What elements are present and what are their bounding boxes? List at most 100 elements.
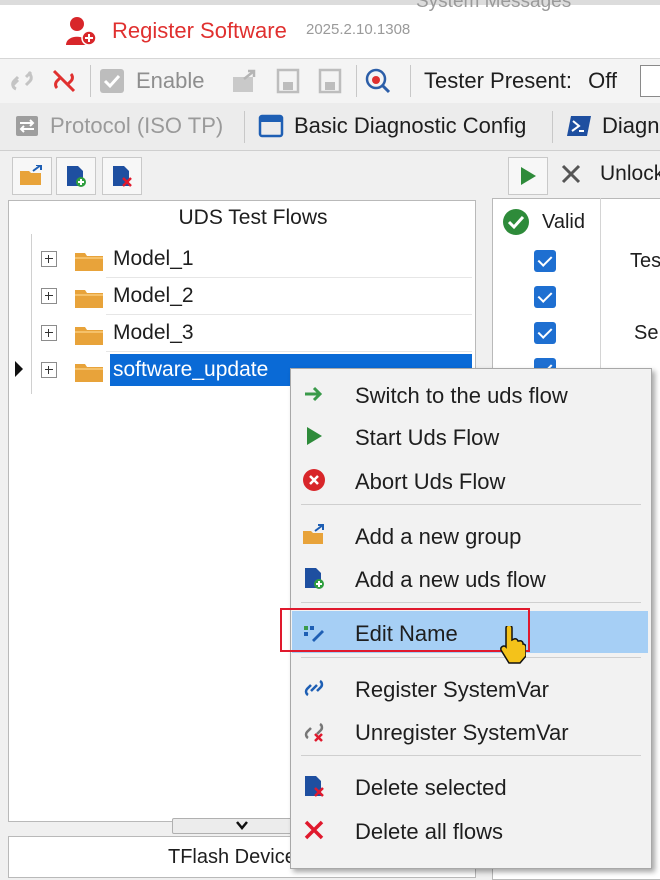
- enable-label[interactable]: Enable: [136, 68, 205, 94]
- add-group-icon: [303, 524, 324, 544]
- chevron-down-icon: [236, 821, 248, 830]
- menu-item-label: Delete all flows: [355, 819, 503, 844]
- folder-icon: [75, 253, 103, 271]
- run-button[interactable]: [508, 157, 548, 195]
- valid-header-label: Valid: [542, 211, 585, 233]
- tree-header: UDS Test Flows: [178, 206, 328, 229]
- tab-basic-diagnostic-config[interactable]: Basic Diagnostic Config: [258, 103, 526, 149]
- tab-basic-diagnostic-config-label: Basic Diagnostic Config: [294, 113, 527, 138]
- expand-icon[interactable]: [41, 288, 57, 304]
- main-toolbar: Enable Tester Present: Off: [0, 58, 660, 104]
- tab-diagnostics[interactable]: Diagn: [566, 103, 659, 149]
- highlight-annotation-box: [280, 608, 530, 652]
- menu-item-delete-all[interactable]: Delete all flows: [292, 809, 648, 851]
- valid-column-header: Valid: [496, 202, 600, 242]
- tab-separator: [244, 111, 245, 143]
- valid-checkbox[interactable]: [534, 286, 556, 308]
- window-icon: [258, 114, 284, 138]
- menu-item-register-systemvar[interactable]: Register SystemVar: [292, 667, 648, 709]
- menu-separator: [301, 602, 641, 603]
- folder-icon: [75, 327, 103, 345]
- folder-icon: [75, 290, 103, 308]
- tree-item-model-2[interactable]: Model_2: [0, 278, 470, 314]
- menu-separator: [301, 657, 641, 658]
- menu-item-label: Add a new uds flow: [355, 567, 546, 592]
- menu-item-label: Switch to the uds flow: [355, 383, 568, 408]
- valid-checkbox[interactable]: [534, 322, 556, 344]
- version-label: 2025.2.10.1308: [306, 21, 411, 38]
- expand-icon[interactable]: [41, 362, 57, 378]
- export-icon[interactable]: [230, 67, 258, 95]
- current-row-arrow-icon: [15, 361, 23, 377]
- abort-icon: [303, 469, 325, 491]
- hand-cursor-icon: [500, 626, 526, 664]
- tester-present-value: Off: [588, 68, 618, 93]
- menu-item-label: Delete selected: [355, 775, 507, 800]
- save-icon[interactable]: [274, 67, 302, 95]
- open-folder-icon: [20, 165, 42, 185]
- powershell-icon: [567, 116, 591, 136]
- disconnect-icon[interactable]: [50, 67, 78, 95]
- menu-item-add-group[interactable]: Add a new group: [292, 514, 648, 556]
- tab-bar: Protocol (ISO TP) Basic Diagnostic Confi…: [0, 103, 660, 151]
- folder-icon: [75, 364, 103, 382]
- menu-item-label: Register SystemVar: [355, 677, 549, 702]
- unlink-icon: [304, 722, 324, 742]
- tab-diagnostics-label: Diagn: [602, 113, 660, 138]
- menu-item-label: Add a new group: [355, 524, 522, 549]
- tree-item-label: Model_1: [113, 247, 194, 270]
- table-cell: Se: [634, 322, 659, 344]
- tester-present-label: Tester Present: Off: [424, 68, 617, 94]
- arrow-right-icon: [305, 386, 323, 402]
- menu-item-label: Start Uds Flow: [355, 425, 500, 450]
- toolbar-separator: [90, 65, 91, 97]
- tester-present-caption: Tester Present:: [424, 68, 572, 93]
- menu-item-start-flow[interactable]: Start Uds Flow: [292, 415, 648, 457]
- delete-flow-icon: [113, 166, 132, 187]
- play-icon: [307, 427, 322, 445]
- menu-item-delete-selected[interactable]: Delete selected: [292, 765, 648, 807]
- expand-icon[interactable]: [41, 325, 57, 341]
- menu-item-label: Unregister SystemVar: [355, 720, 569, 745]
- tab-protocol-label: Protocol (ISO TP): [50, 113, 224, 138]
- delete-selected-icon: [305, 776, 324, 797]
- tree-item-label: Model_2: [113, 284, 194, 307]
- valid-checkbox[interactable]: [534, 250, 556, 272]
- valid-check-icon: [503, 209, 529, 235]
- protocol-icon: [16, 116, 38, 136]
- system-messages-tab[interactable]: System Messages: [416, 0, 571, 13]
- expand-icon[interactable]: [41, 251, 57, 267]
- add-flow-icon: [67, 166, 86, 187]
- menu-separator: [301, 755, 641, 756]
- diagnostic-search-icon[interactable]: [364, 67, 392, 95]
- play-icon: [521, 167, 536, 185]
- tree-item-model-1[interactable]: Model_1: [0, 241, 470, 277]
- add-group-button[interactable]: [12, 157, 52, 195]
- tab-protocol[interactable]: Protocol (ISO TP): [14, 103, 223, 149]
- toolbar-separator: [356, 65, 357, 97]
- flow-toolbar: Unlock: [0, 151, 660, 197]
- save-as-icon[interactable]: [316, 67, 344, 95]
- menu-item-add-flow[interactable]: Add a new uds flow: [292, 557, 648, 599]
- unlock-label[interactable]: Unlock: [600, 162, 660, 186]
- register-user-icon: [66, 17, 97, 46]
- tab-separator: [552, 111, 553, 143]
- add-flow-button[interactable]: [56, 157, 96, 195]
- stop-icon[interactable]: [560, 163, 582, 190]
- page-title: Register Software: [112, 18, 287, 43]
- toolbar-separator: [410, 65, 411, 97]
- tester-present-toggle[interactable]: [640, 65, 660, 97]
- delete-all-icon: [304, 820, 324, 840]
- menu-item-unregister-systemvar[interactable]: Unregister SystemVar: [292, 710, 648, 752]
- connect-icon[interactable]: [8, 67, 36, 95]
- tree-item-label: Model_3: [113, 321, 194, 344]
- table-cell: Tes: [630, 250, 660, 272]
- delete-flow-button[interactable]: [102, 157, 142, 195]
- tree-item-model-3[interactable]: Model_3: [0, 315, 470, 351]
- enable-checkbox-icon[interactable]: [98, 67, 126, 95]
- add-flow-icon: [305, 568, 324, 589]
- menu-item-abort-flow[interactable]: Abort Uds Flow: [292, 459, 648, 501]
- menu-item-switch-flow[interactable]: Switch to the uds flow: [292, 373, 648, 415]
- link-icon: [304, 679, 324, 697]
- menu-separator: [301, 504, 641, 505]
